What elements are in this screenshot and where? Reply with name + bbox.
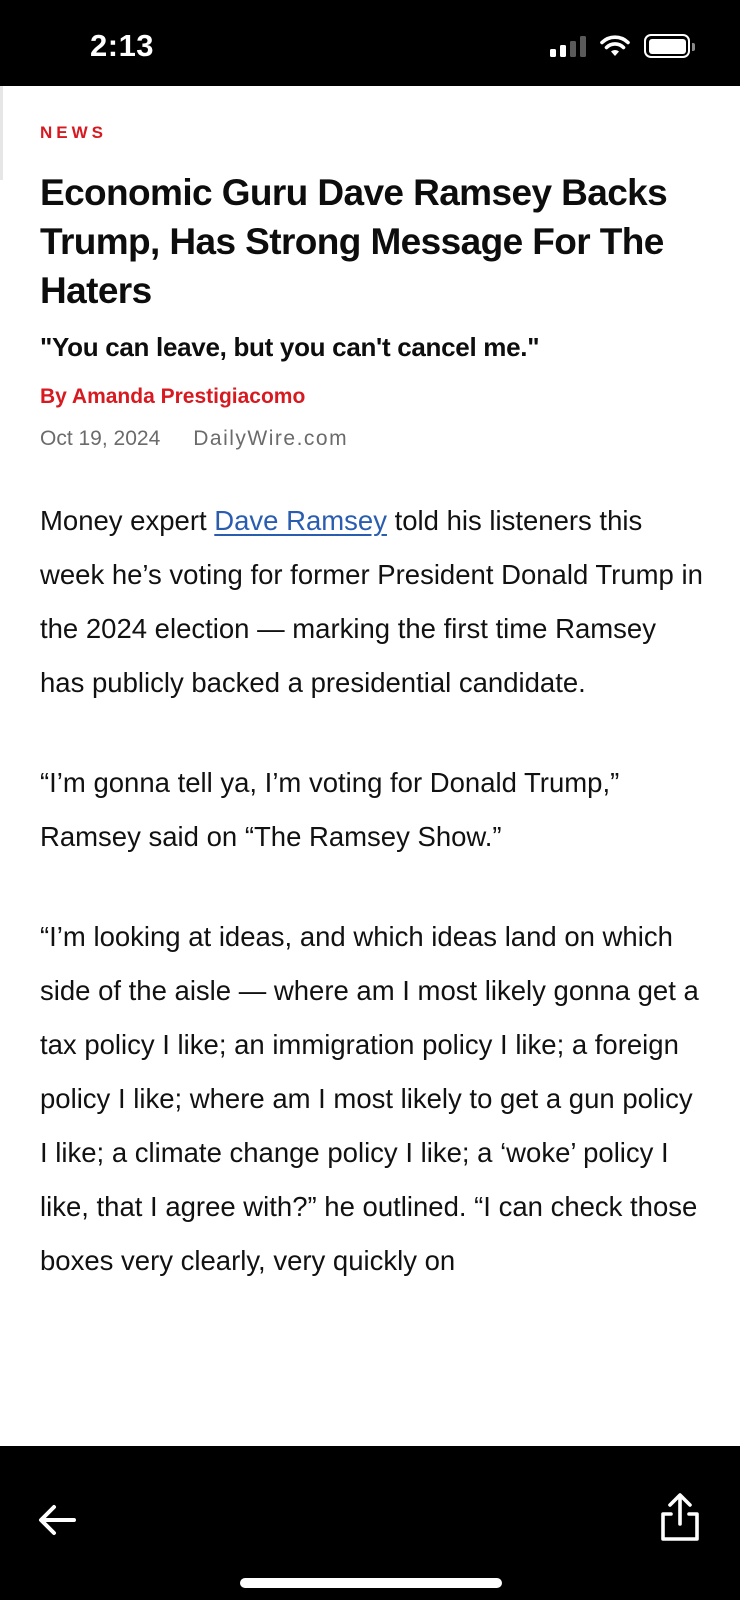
subheadline: "You can leave, but you can't cancel me.… [40,332,540,362]
publish-date: Oct 19, 2024 [40,427,161,450]
wifi-icon [600,35,630,56]
back-button[interactable] [34,1498,82,1542]
article-view: NEWS Economic Guru Dave Ramsey Backs Tru… [0,86,740,1446]
status-bar: 2:13 [0,0,740,86]
paragraph: “I’m gonna tell ya, I’m voting for Donal… [40,767,620,852]
scroll-edge [0,86,3,180]
cellular-signal-icon [550,35,586,57]
share-button[interactable] [656,1490,704,1544]
article-meta: Oct 19, 2024 DailyWire.com [40,427,348,451]
dave-ramsey-link[interactable]: Dave Ramsey [214,505,387,536]
source-name: DailyWire.com [193,427,349,450]
battery-icon [644,34,695,58]
paragraph-text: Money expert [40,505,215,536]
article-body: Money expert Dave Ramsey told his listen… [40,494,705,1334]
byline[interactable]: By Amanda Prestigiacomo [40,385,305,409]
bottom-toolbar [0,1446,740,1600]
status-icons [550,34,695,58]
headline: Economic Guru Dave Ramsey Backs Trump, H… [40,172,668,311]
home-indicator[interactable] [240,1578,502,1588]
share-icon [661,1493,699,1541]
paragraph: Money expert Dave Ramsey told his listen… [40,494,705,710]
section-label[interactable]: NEWS [40,123,107,143]
back-arrow-icon [39,1505,76,1535]
paragraph: “I’m looking at ideas, and which ideas l… [40,921,699,1276]
status-time: 2:13 [90,28,155,63]
